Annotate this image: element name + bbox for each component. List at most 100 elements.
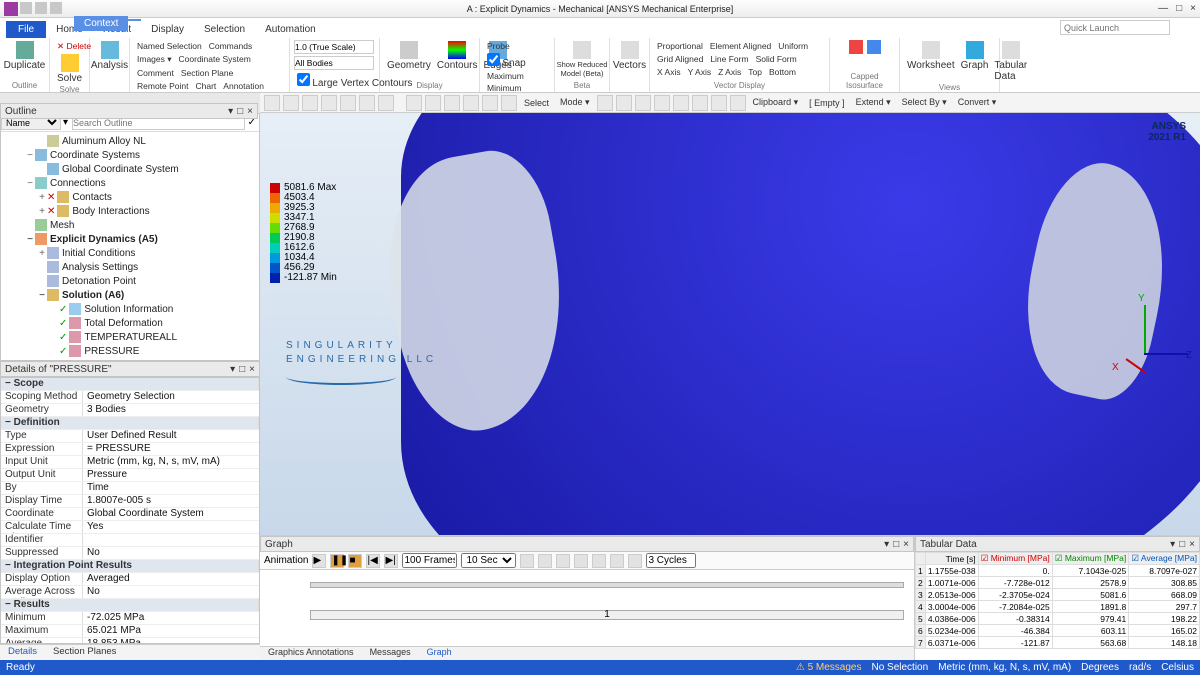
tb-icon[interactable] bbox=[673, 95, 689, 111]
pin-icon[interactable]: ▾ bbox=[228, 106, 233, 117]
clipboard-button[interactable]: Clipboard ▾ bbox=[749, 97, 803, 108]
commands-button[interactable]: Commands bbox=[206, 40, 255, 52]
details-row[interactable]: Output UnitPressure bbox=[1, 469, 259, 482]
tb-icon[interactable] bbox=[692, 95, 708, 111]
details-row[interactable]: Calculate Time HistoryYes bbox=[1, 521, 259, 534]
panel-dock-icon[interactable]: □ bbox=[239, 364, 245, 375]
tabular-data-table[interactable]: Time [s]Minimum [MPa]Maximum [MPa]Averag… bbox=[915, 552, 1200, 660]
details-row[interactable]: Identifier bbox=[1, 534, 259, 547]
element-aligned-button[interactable]: Element Aligned bbox=[707, 40, 774, 52]
mode-button[interactable]: Mode ▾ bbox=[556, 97, 594, 108]
display-tab[interactable]: Display bbox=[141, 21, 194, 38]
details-row[interactable]: − Integration Point Results bbox=[1, 560, 259, 573]
tb-icon[interactable] bbox=[711, 95, 727, 111]
show-reduced-button[interactable]: Show Reduced Model (Beta) bbox=[559, 40, 605, 79]
tb-icon[interactable] bbox=[538, 554, 552, 568]
tb-icon[interactable] bbox=[482, 95, 498, 111]
selectby-button[interactable]: Select By ▾ bbox=[898, 97, 951, 108]
details-row[interactable]: − Scope bbox=[1, 378, 259, 391]
minimize-button[interactable]: — bbox=[1158, 3, 1168, 14]
x-axis-button[interactable]: X Axis bbox=[654, 66, 684, 78]
contours-button[interactable]: Contours bbox=[434, 40, 481, 72]
details-row[interactable]: Average18.853 MPa bbox=[1, 638, 259, 643]
tree-node[interactable]: Mesh bbox=[1, 218, 259, 232]
tree-node[interactable]: Detonation Point bbox=[1, 274, 259, 288]
tb-icon[interactable] bbox=[340, 95, 356, 111]
tree-node[interactable]: −Coordinate Systems bbox=[1, 148, 259, 162]
tree-node[interactable]: +✕Contacts bbox=[1, 190, 259, 204]
delete-button[interactable]: ✕ Delete bbox=[54, 40, 85, 53]
graph-body[interactable]: 1 bbox=[260, 570, 914, 646]
min-button[interactable]: Minimum bbox=[484, 82, 550, 93]
status-messages[interactable]: ⚠ 5 Messages bbox=[796, 662, 862, 673]
graph-view-button[interactable]: Graph bbox=[958, 40, 992, 83]
tb-icon[interactable] bbox=[359, 95, 375, 111]
top-button[interactable]: Top bbox=[745, 66, 765, 78]
graphics-annotations-tab[interactable]: Graphics Annotations bbox=[260, 647, 362, 660]
details-row[interactable]: − Results bbox=[1, 599, 259, 612]
vectors-button[interactable]: Vectors bbox=[614, 40, 645, 72]
graphics-viewport[interactable]: 5081.6 Max4503.43925.33347.12768.92190.8… bbox=[260, 113, 1200, 535]
tb-icon[interactable] bbox=[520, 554, 534, 568]
file-tab[interactable]: File bbox=[6, 21, 46, 38]
quick-launch-input[interactable] bbox=[1060, 20, 1170, 35]
duplicate-button[interactable]: Duplicate bbox=[4, 40, 45, 72]
coord-system-button[interactable]: Coordinate System bbox=[176, 53, 254, 66]
details-row[interactable]: Maximum65.021 MPa bbox=[1, 625, 259, 638]
play-button[interactable]: ▶ bbox=[312, 554, 326, 568]
proportional-button[interactable]: Proportional bbox=[654, 40, 706, 52]
tree-node[interactable]: −Explicit Dynamics (A5) bbox=[1, 232, 259, 246]
details-row[interactable]: Input Unit SystemMetric (mm, kg, N, s, m… bbox=[1, 456, 259, 469]
orientation-triad[interactable]: Y Z X bbox=[1116, 295, 1186, 375]
convert-button[interactable]: Convert ▾ bbox=[954, 97, 1001, 108]
tb-icon[interactable] bbox=[610, 554, 624, 568]
tb-icon[interactable] bbox=[378, 95, 394, 111]
tb-icon[interactable] bbox=[730, 95, 746, 111]
snap-check[interactable] bbox=[487, 53, 500, 66]
panel-close-icon[interactable]: × bbox=[903, 539, 909, 550]
close-button[interactable]: × bbox=[1190, 3, 1196, 14]
automation-tab[interactable]: Automation bbox=[255, 21, 326, 38]
details-row[interactable]: Coordinate SystemGlobal Coordinate Syste… bbox=[1, 508, 259, 521]
tb-icon[interactable] bbox=[444, 95, 460, 111]
details-grid[interactable]: − ScopeScoping MethodGeometry SelectionG… bbox=[1, 378, 259, 643]
scale-combo[interactable] bbox=[294, 40, 374, 54]
details-tab[interactable]: Details bbox=[0, 645, 45, 660]
named-selection-button[interactable]: Named Selection bbox=[134, 40, 205, 52]
iso-icon[interactable] bbox=[849, 40, 863, 54]
pin-icon[interactable]: ▾ bbox=[1170, 539, 1175, 550]
max-button[interactable]: Maximum bbox=[484, 70, 550, 82]
pin-icon[interactable]: ▾ bbox=[884, 539, 889, 550]
comment-button[interactable]: Comment bbox=[134, 67, 177, 79]
tb-icon[interactable] bbox=[635, 95, 651, 111]
pin-icon[interactable]: ▾ bbox=[230, 364, 235, 375]
details-row[interactable]: − Definition bbox=[1, 417, 259, 430]
details-row[interactable]: Minimum-72.025 MPa bbox=[1, 612, 259, 625]
tb-icon[interactable] bbox=[302, 95, 318, 111]
tb-icon[interactable] bbox=[264, 95, 280, 111]
panel-close-icon[interactable]: × bbox=[247, 106, 253, 117]
pause-button[interactable]: ❚❚ bbox=[330, 554, 344, 568]
images-button[interactable]: Images ▾ bbox=[134, 53, 175, 66]
tree-node[interactable]: −Connections bbox=[1, 176, 259, 190]
tree-node[interactable]: ✓Solution Information bbox=[1, 302, 259, 316]
tree-node[interactable]: Global Coordinate System bbox=[1, 162, 259, 176]
stop-button[interactable]: ■ bbox=[348, 554, 362, 568]
tree-node[interactable]: ✓PRESSURE bbox=[1, 344, 259, 358]
empty-button[interactable]: [ Empty ] bbox=[805, 98, 849, 108]
time-slider[interactable] bbox=[310, 582, 904, 588]
worksheet-button[interactable]: Worksheet bbox=[904, 40, 958, 83]
chart-button[interactable]: Chart bbox=[193, 80, 220, 92]
line-form-button[interactable]: Line Form bbox=[707, 53, 751, 65]
grid-aligned-button[interactable]: Grid Aligned bbox=[654, 53, 706, 65]
select-button[interactable]: Select bbox=[520, 98, 553, 108]
tb-icon[interactable] bbox=[283, 95, 299, 111]
tb-icon[interactable] bbox=[406, 95, 422, 111]
solid-form-button[interactable]: Solid Form bbox=[753, 53, 800, 65]
graph-tab[interactable]: Graph bbox=[419, 647, 460, 660]
qa-icon[interactable] bbox=[20, 2, 32, 14]
details-row[interactable]: Average Across BodiesNo bbox=[1, 586, 259, 599]
tb-icon[interactable] bbox=[616, 95, 632, 111]
tb-icon[interactable] bbox=[321, 95, 337, 111]
qa-icon[interactable] bbox=[35, 2, 47, 14]
